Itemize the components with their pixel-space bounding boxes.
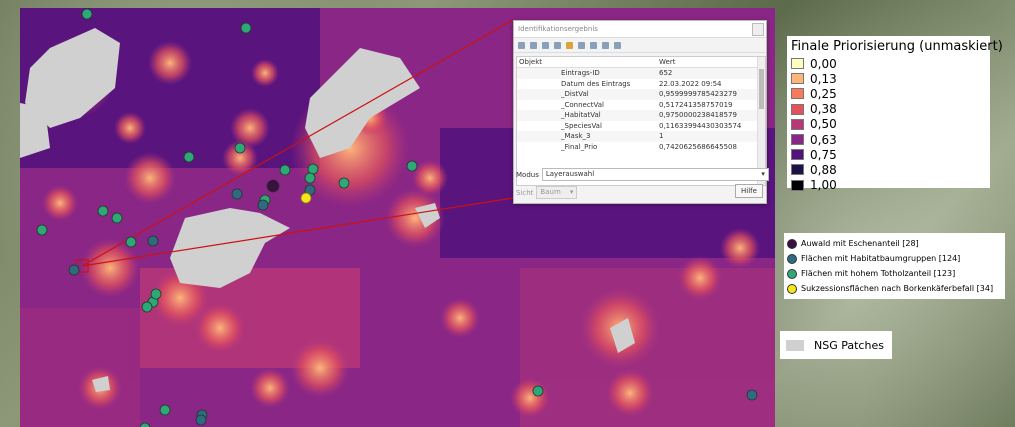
legend-swatch <box>791 103 804 115</box>
identify-results-panel[interactable]: Identifikationsergebnis Objekt Wert Eint… <box>513 20 769 204</box>
legend-label: 0,75 <box>810 147 837 162</box>
legend-swatch <box>791 58 804 70</box>
legend-swatch <box>791 149 804 161</box>
legend-swatch <box>791 179 804 191</box>
legend-item: 0,38 <box>791 102 986 117</box>
legend-item: 1,00 <box>791 178 986 193</box>
table-row[interactable]: _Final_Prio 0,7420625686645508 <box>517 142 765 153</box>
table-row[interactable]: _ConnectVal 0,517241358757019 <box>517 100 765 111</box>
table-row[interactable]: _SpeciesVal 0,11633994430303574 <box>517 121 765 132</box>
select-features-icon[interactable] <box>602 41 609 49</box>
table-header: Objekt Wert <box>517 57 765 68</box>
legend-item: 0,13 <box>791 71 986 86</box>
legend-label: Flächen mit hohem Totholzanteil [123] <box>801 269 956 278</box>
legend-swatch <box>791 134 804 146</box>
priority-legend-title: Finale Priorisierung (unmaskiert) <box>791 39 1003 54</box>
legend-label: Sukzessionsflächen nach Borkenkäferbefal… <box>801 284 994 293</box>
priority-legend: Finale Priorisierung (unmaskiert) 0,00 0,… <box>787 36 1003 192</box>
legend-label: 0,13 <box>810 71 837 86</box>
legend-label: 0,88 <box>810 162 837 177</box>
expand-new-icon[interactable] <box>542 41 549 49</box>
view-select[interactable]: Baum <box>536 186 578 199</box>
points-legend: Auwald mit Eschenanteil [28] Flächen mit … <box>784 233 1005 299</box>
nsg-legend: NSG Patches <box>780 331 892 359</box>
results-table[interactable]: Objekt Wert Eintrags-ID 652 Datum des Ein… <box>516 56 766 186</box>
panel-close-button[interactable] <box>752 23 764 36</box>
legend-swatch <box>791 88 804 100</box>
table-row[interactable]: Eintrags-ID 652 <box>517 68 765 79</box>
legend-dot <box>787 238 797 249</box>
panel-title: Identifikationsergebnis <box>514 21 766 38</box>
legend-dot <box>787 283 797 294</box>
mode-label: Modus <box>516 170 539 179</box>
options-icon[interactable] <box>614 41 621 49</box>
col-value: Wert <box>659 58 676 66</box>
table-row[interactable]: _Mask_3 1 <box>517 131 765 142</box>
table-row[interactable]: _DistVal 0,9599999785423279 <box>517 89 765 100</box>
nsg-swatch <box>786 339 804 351</box>
legend-label: 0,50 <box>810 117 837 132</box>
legend-item: 0,25 <box>791 86 986 101</box>
table-row[interactable]: _HabitatVal 0,9750000238418579 <box>517 110 765 121</box>
panel-toolbar <box>514 38 766 53</box>
legend-item: Sukzessionsflächen nach Borkenkäferbefal… <box>787 281 1002 296</box>
mode-select[interactable]: Layerauswahl <box>541 168 769 181</box>
view-row: Sicht Baum <box>516 186 578 199</box>
highlight-icon[interactable] <box>566 41 573 49</box>
legend-dot <box>787 268 797 279</box>
legend-item: 0,50 <box>791 117 986 132</box>
legend-item: Auwald mit Eschenanteil [28] <box>787 236 1002 251</box>
legend-label: Auwald mit Eschenanteil [28] <box>801 239 919 248</box>
table-row[interactable]: Datum des Eintrags 22.03.2022 09:54 <box>517 79 765 90</box>
legend-dot <box>787 253 797 264</box>
legend-label: 0,25 <box>810 86 837 101</box>
copy-icon[interactable] <box>578 41 585 49</box>
legend-swatch <box>791 118 804 130</box>
view-label: Sicht <box>516 188 534 197</box>
legend-label: 0,00 <box>810 56 837 71</box>
legend-label: 1,00 <box>810 178 837 193</box>
mode-row: Modus Layerauswahl <box>516 168 769 181</box>
legend-item: Flächen mit Habitatbaumgruppen [124] <box>787 251 1002 266</box>
collapse-icon[interactable] <box>530 41 537 49</box>
print-icon[interactable] <box>590 41 597 49</box>
legend-item: 0,00 <box>791 56 986 71</box>
clear-icon[interactable] <box>554 41 561 49</box>
legend-item: 0,63 <box>791 132 986 147</box>
legend-label: 0,63 <box>810 132 837 147</box>
legend-label: Flächen mit Habitatbaumgruppen [124] <box>801 254 961 263</box>
legend-item: Flächen mit hohem Totholzanteil [123] <box>787 266 1002 281</box>
legend-swatch <box>791 73 804 85</box>
expand-icon[interactable] <box>518 41 525 49</box>
legend-item: 0,88 <box>791 162 986 177</box>
table-scrollbar[interactable] <box>757 57 765 185</box>
nsg-label: NSG Patches <box>814 338 884 352</box>
legend-label: 0,38 <box>810 102 837 117</box>
legend-swatch <box>791 164 804 176</box>
legend-item: 0,75 <box>791 147 986 162</box>
col-object: Objekt <box>519 58 543 66</box>
help-button[interactable]: Hilfe <box>735 184 763 198</box>
